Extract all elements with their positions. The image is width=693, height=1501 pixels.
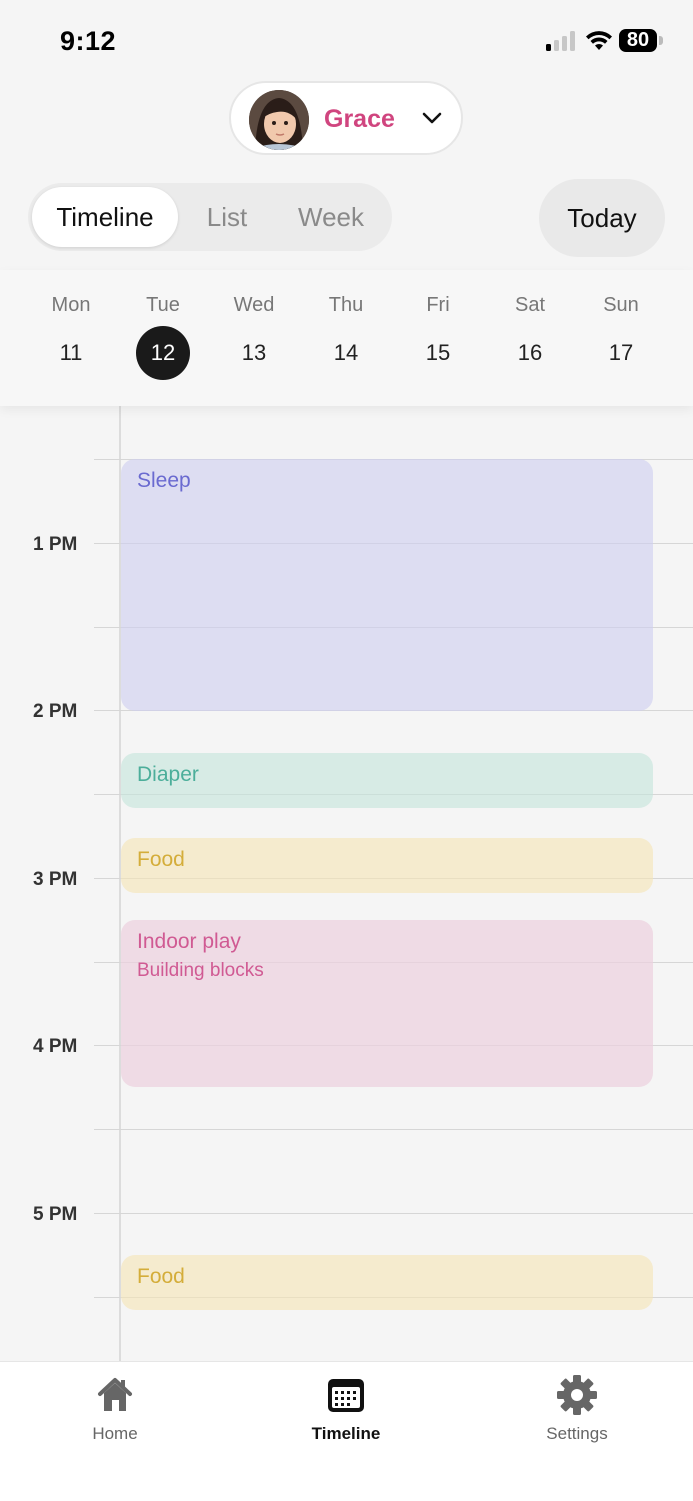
cellular-signal-icon — [546, 31, 578, 51]
day-number: 17 — [608, 340, 634, 365]
half-hour-line — [94, 1129, 693, 1130]
tab-timeline[interactable]: Timeline — [32, 187, 178, 247]
day-name: Wed — [233, 294, 275, 316]
day-name: Sun — [603, 294, 639, 316]
tab-label: Timeline — [311, 1424, 381, 1443]
event-subtitle: Building blocks — [137, 960, 264, 981]
event-title: Sleep — [137, 469, 191, 492]
day-number: 15 — [425, 340, 451, 365]
day-name: Thu — [328, 294, 364, 316]
home-icon — [98, 1378, 132, 1411]
child-selector[interactable]: Grace — [229, 81, 463, 155]
hour-line — [94, 1213, 693, 1214]
day-number: 13 — [241, 340, 267, 365]
tab-timeline-nav[interactable]: Timeline — [276, 1374, 416, 1444]
day-name: Sat — [514, 294, 546, 316]
day-number-selected: 12 — [136, 326, 190, 380]
status-time: 9:12 — [60, 26, 117, 56]
event-food[interactable]: Food — [121, 838, 653, 893]
battery-icon: 80 — [619, 29, 657, 52]
hour-label: 2 PM — [33, 701, 78, 722]
day-number: 16 — [517, 340, 543, 365]
week-strip: Mon 11 Tue 12 Wed 13 Thu 14 Fri 15 Sat 1… — [0, 270, 693, 406]
gear-icon — [557, 1375, 597, 1415]
event-indoor-play[interactable]: Indoor play Building blocks — [121, 920, 653, 1087]
calendar-icon — [328, 1379, 364, 1412]
event-diaper[interactable]: Diaper — [121, 753, 653, 808]
day-name: Tue — [146, 294, 180, 316]
tab-home[interactable]: Home — [45, 1374, 185, 1444]
timeline[interactable]: 1 PM 2 PM 3 PM 4 PM 5 PM Sleep Diaper Fo… — [0, 406, 693, 1361]
tab-list[interactable]: List — [186, 187, 268, 247]
event-sleep[interactable]: Sleep — [121, 459, 653, 711]
event-title: Diaper — [137, 763, 199, 786]
child-name: Grace — [324, 105, 395, 133]
tab-week[interactable]: Week — [280, 187, 382, 247]
wifi-icon — [586, 31, 612, 50]
day-number: 11 — [59, 340, 83, 365]
view-switch: Timeline List Week — [28, 183, 392, 251]
event-title: Food — [137, 848, 185, 871]
event-food[interactable]: Food — [121, 1255, 653, 1310]
day-name: Mon — [51, 294, 91, 316]
tab-label: Settings — [546, 1424, 608, 1443]
status-bar: 9:12 80 — [0, 0, 693, 80]
today-button[interactable]: Today — [539, 179, 665, 257]
tab-settings[interactable]: Settings — [507, 1374, 647, 1444]
hour-label: 4 PM — [33, 1036, 78, 1057]
tab-label: Home — [92, 1424, 138, 1443]
day-name: Fri — [426, 294, 450, 316]
avatar — [249, 90, 309, 150]
hour-label: 5 PM — [33, 1204, 78, 1225]
event-title: Indoor play — [137, 930, 241, 953]
hour-label: 3 PM — [33, 869, 78, 890]
event-title: Food — [137, 1265, 185, 1288]
day-number: 14 — [333, 340, 359, 365]
hour-label: 1 PM — [33, 534, 78, 555]
battery-cap — [659, 36, 663, 45]
tab-bar: Home Timeline Settings — [0, 1361, 693, 1501]
chevron-down-icon — [422, 112, 442, 124]
